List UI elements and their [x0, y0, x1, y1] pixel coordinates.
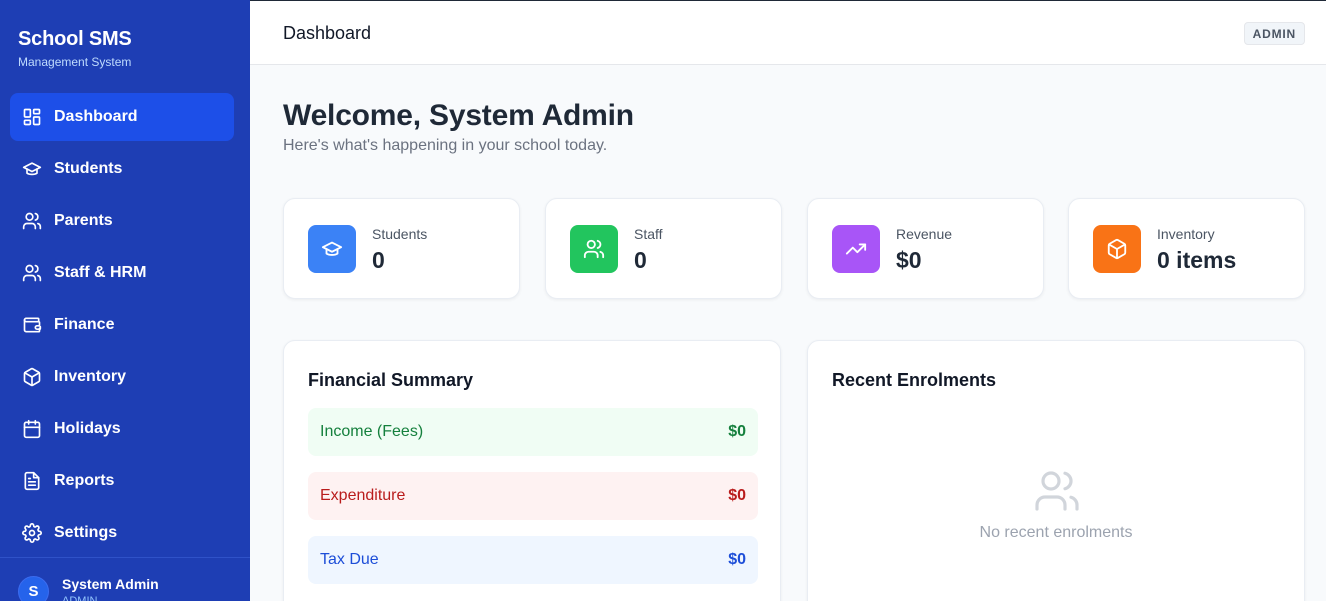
- sidebar-item-label: Reports: [54, 472, 115, 489]
- stat-card-revenue: Revenue $0: [807, 198, 1044, 299]
- sidebar-item-label: Settings: [54, 524, 118, 541]
- stat-card-students: Students 0: [283, 198, 520, 299]
- stat-value: 0: [372, 247, 385, 273]
- sidebar-item-students[interactable]: Students: [10, 145, 234, 193]
- sidebar-item-label: Inventory: [54, 368, 127, 385]
- row-value: $0: [728, 551, 746, 568]
- divider: [0, 557, 250, 558]
- grid-icon: [22, 107, 42, 127]
- financial-summary-panel: Financial Summary Income (Fees) $0 Expen…: [283, 340, 781, 601]
- user-role: ADMIN: [62, 595, 98, 601]
- tax-due-row: Tax Due $0: [308, 536, 758, 584]
- sidebar-item-label: Finance: [54, 316, 115, 333]
- panel-title: Recent Enrolments: [832, 370, 997, 390]
- brand: School SMS Management System: [18, 28, 132, 69]
- row-value: $0: [728, 487, 746, 504]
- sidebar-nav: Dashboard Students Parents Staff & HRM F…: [10, 93, 234, 561]
- box-icon: [1093, 225, 1141, 273]
- row-label: Tax Due: [320, 551, 379, 568]
- users-icon: [22, 263, 42, 283]
- stat-card-staff: Staff 0: [545, 198, 782, 299]
- stat-label: Inventory: [1157, 226, 1215, 242]
- sidebar-item-label: Students: [54, 160, 123, 177]
- row-label: Expenditure: [320, 487, 406, 504]
- sidebar-item-label: Dashboard: [54, 108, 138, 125]
- panel-title: Financial Summary: [308, 370, 474, 390]
- sidebar-item-reports[interactable]: Reports: [10, 457, 234, 505]
- stat-label: Staff: [634, 226, 663, 242]
- sidebar-item-holidays[interactable]: Holidays: [10, 405, 234, 453]
- file-text-icon: [22, 471, 42, 491]
- trending-up-icon: [832, 225, 880, 273]
- topbar: Dashboard ADMIN: [250, 0, 1326, 65]
- sidebar-item-settings[interactable]: Settings: [10, 509, 234, 557]
- sidebar-item-finance[interactable]: Finance: [10, 301, 234, 349]
- sidebar-item-label: Holidays: [54, 420, 121, 437]
- sidebar-item-dashboard[interactable]: Dashboard: [10, 93, 234, 141]
- graduation-cap-icon: [22, 159, 42, 179]
- recent-enrolments-panel: Recent Enrolments No recent enrolments: [807, 340, 1305, 601]
- page-title: Dashboard: [283, 23, 372, 43]
- stat-value: $0: [896, 247, 922, 273]
- row-label: Income (Fees): [320, 423, 424, 440]
- sidebar-item-staff-hrm[interactable]: Staff & HRM: [10, 249, 234, 297]
- empty-state-text: No recent enrolments: [979, 524, 1133, 541]
- users-icon: [22, 211, 42, 231]
- welcome-heading: Welcome, System Admin: [283, 99, 634, 132]
- sidebar-item-parents[interactable]: Parents: [10, 197, 234, 245]
- gear-icon: [22, 523, 42, 543]
- role-badge: ADMIN: [1243, 22, 1305, 45]
- income-row: Income (Fees) $0: [308, 408, 758, 456]
- user-profile[interactable]: S System Admin ADMIN: [18, 576, 159, 601]
- box-icon: [22, 367, 42, 387]
- stat-card-inventory: Inventory 0 items: [1068, 198, 1305, 299]
- user-name: System Admin: [62, 576, 159, 592]
- sidebar-item-label: Parents: [54, 212, 113, 229]
- avatar: S: [18, 576, 49, 601]
- stat-value: 0: [634, 247, 647, 273]
- sidebar-item-label: Staff & HRM: [54, 264, 147, 281]
- stat-label: Revenue: [896, 226, 953, 242]
- expenditure-row: Expenditure $0: [308, 472, 758, 520]
- welcome-subtitle: Here's what's happening in your school t…: [283, 137, 608, 154]
- stat-value: 0 items: [1157, 247, 1237, 273]
- row-value: $0: [728, 423, 746, 440]
- app-title: School SMS: [18, 28, 132, 50]
- users-icon: [1033, 467, 1081, 515]
- users-icon: [570, 225, 618, 273]
- calendar-icon: [22, 419, 42, 439]
- app-subtitle: Management System: [18, 55, 132, 69]
- sidebar: School SMS Management System Dashboard S…: [0, 0, 250, 601]
- stat-label: Students: [372, 226, 428, 242]
- sidebar-item-inventory[interactable]: Inventory: [10, 353, 234, 401]
- wallet-icon: [22, 315, 42, 335]
- graduation-cap-icon: [308, 225, 356, 273]
